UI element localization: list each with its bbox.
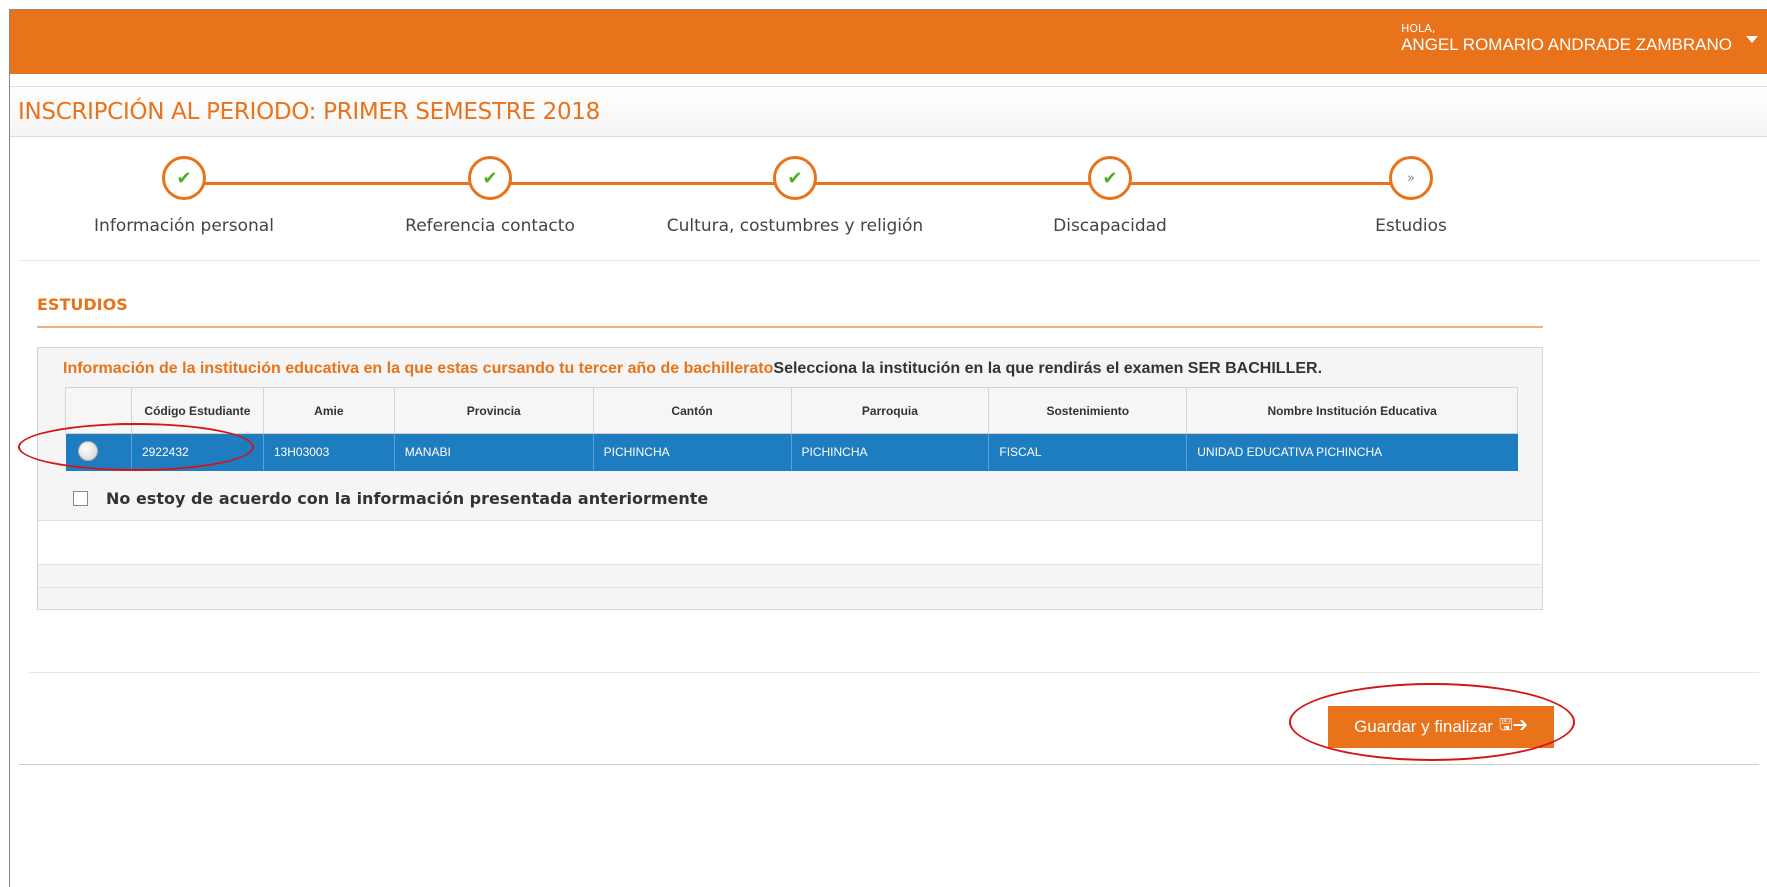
chevron-double-right-icon: » bbox=[1389, 156, 1433, 200]
column-header-amie[interactable]: Amie bbox=[262, 387, 395, 434]
row-select-cell[interactable] bbox=[65, 433, 132, 471]
wizard-steps: ✔ Información personal ✔ Referencia cont… bbox=[19, 146, 1759, 261]
page-title-bar: INSCRIPCIÓN AL PERIODO: PRIMER SEMESTRE … bbox=[10, 86, 1767, 137]
top-bar: HOLA, ANGEL ROMARIO ANDRADE ZAMBRANO bbox=[10, 10, 1767, 74]
panel-heading-info: Información de la institución educativa … bbox=[63, 360, 774, 377]
save-and-finish-button[interactable]: Guardar y finalizar 🖫➔ bbox=[1328, 706, 1554, 748]
panel-divider bbox=[38, 520, 1542, 521]
table-row[interactable]: 2922432 13H03003 MANABI PICHINCHA PICHIN… bbox=[65, 433, 1518, 471]
column-header-select bbox=[65, 387, 132, 434]
wizard-step-referencia-contacto[interactable]: ✔ Referencia contacto bbox=[340, 156, 640, 236]
column-header-provincia[interactable]: Provincia bbox=[393, 387, 594, 434]
column-header-parroquia[interactable]: Parroquia bbox=[790, 387, 990, 434]
panel-divider bbox=[38, 564, 1542, 565]
check-icon: ✔ bbox=[1088, 156, 1132, 200]
row-radio-button[interactable] bbox=[77, 440, 98, 461]
footer-divider bbox=[29, 672, 1759, 673]
wizard-step-cultura[interactable]: ✔ Cultura, costumbres y religión bbox=[645, 156, 945, 236]
cell-parroquia: PICHINCHA bbox=[791, 433, 990, 471]
panel-heading-instruction: Selecciona la institución en la que rend… bbox=[773, 360, 1323, 377]
cell-amie: 13H03003 bbox=[263, 433, 395, 471]
save-button-label: Guardar y finalizar bbox=[1354, 717, 1493, 736]
institution-table: Código Estudiante Amie Provincia Cantón … bbox=[65, 387, 1518, 471]
check-icon: ✔ bbox=[773, 156, 817, 200]
section-title: ESTUDIOS bbox=[37, 295, 128, 314]
page-title: INSCRIPCIÓN AL PERIODO: PRIMER SEMESTRE … bbox=[18, 99, 600, 125]
disagree-label: No estoy de acuerdo con la información p… bbox=[106, 489, 709, 508]
check-icon: ✔ bbox=[162, 156, 206, 200]
wizard-step-label: Discapacidad bbox=[1053, 216, 1167, 236]
table-header-row: Código Estudiante Amie Provincia Cantón … bbox=[65, 387, 1518, 434]
column-header-canton[interactable]: Cantón bbox=[592, 387, 792, 434]
wizard-step-estudios[interactable]: » Estudios bbox=[1261, 156, 1561, 236]
studies-panel: Información de la institución educativa … bbox=[37, 347, 1543, 610]
disagree-checkbox[interactable] bbox=[73, 491, 88, 506]
user-name: ANGEL ROMARIO ANDRADE ZAMBRANO bbox=[1401, 35, 1732, 54]
check-icon: ✔ bbox=[468, 156, 512, 200]
disagree-row: No estoy de acuerdo con la información p… bbox=[73, 489, 708, 508]
caret-down-icon[interactable] bbox=[1746, 36, 1758, 43]
user-greeting: HOLA, bbox=[1401, 22, 1436, 35]
panel-divider bbox=[38, 587, 1542, 588]
app-frame: HOLA, ANGEL ROMARIO ANDRADE ZAMBRANO INS… bbox=[9, 9, 1767, 887]
cell-sostenimiento: FISCAL bbox=[988, 433, 1188, 471]
column-header-nombre-institucion[interactable]: Nombre Institución Educativa bbox=[1186, 387, 1518, 434]
bottom-divider bbox=[19, 764, 1759, 765]
panel-empty-area bbox=[38, 520, 1542, 564]
wizard-step-discapacidad[interactable]: ✔ Discapacidad bbox=[960, 156, 1260, 236]
column-header-codigo[interactable]: Código Estudiante bbox=[130, 387, 264, 434]
wizard-step-label: Información personal bbox=[94, 216, 274, 236]
save-icon: 🖫➔ bbox=[1498, 716, 1528, 734]
wizard-step-label: Estudios bbox=[1375, 216, 1447, 236]
cell-provincia: MANABI bbox=[394, 433, 594, 471]
cell-canton: PICHINCHA bbox=[593, 433, 792, 471]
section-divider bbox=[37, 326, 1543, 328]
panel-heading: Información de la institución educativa … bbox=[63, 360, 1322, 378]
cell-codigo: 2922432 bbox=[131, 433, 264, 471]
wizard-step-label: Cultura, costumbres y religión bbox=[666, 216, 924, 236]
wizard-step-informacion-personal[interactable]: ✔ Información personal bbox=[34, 156, 334, 236]
wizard-step-label: Referencia contacto bbox=[405, 216, 575, 236]
cell-nombre-institucion: UNIDAD EDUCATIVA PICHINCHA bbox=[1186, 433, 1518, 471]
user-menu[interactable]: HOLA, ANGEL ROMARIO ANDRADE ZAMBRANO bbox=[1401, 22, 1732, 55]
column-header-sostenimiento[interactable]: Sostenimiento bbox=[988, 387, 1188, 434]
